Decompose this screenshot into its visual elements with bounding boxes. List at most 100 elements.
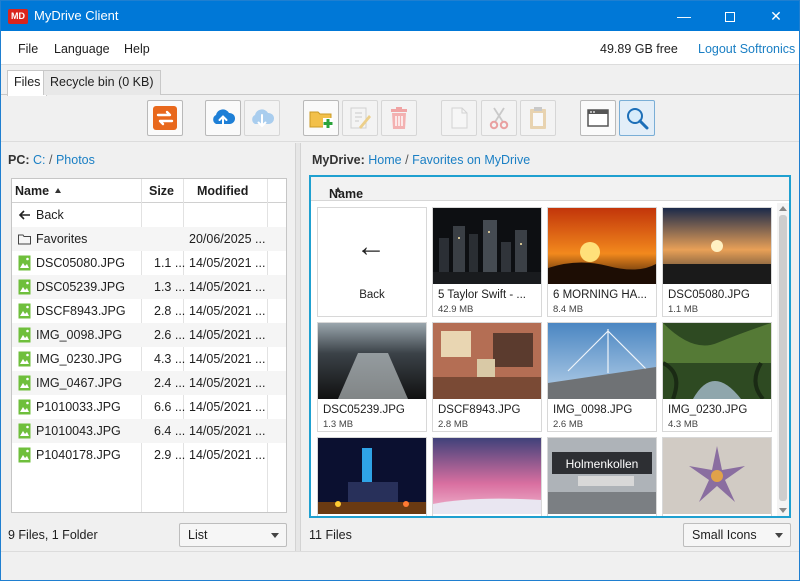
row-size: 2.8 ... <box>154 304 186 318</box>
table-row[interactable]: DSC05080.JPG 1.1 ... 14/05/2021 ... <box>12 251 286 275</box>
table-row[interactable]: DSCF8943.JPG 2.8 ... 14/05/2021 ... <box>12 299 286 323</box>
title-bar[interactable]: MD MyDrive Client — ✕ <box>1 1 799 31</box>
menu-help[interactable]: Help <box>124 42 150 56</box>
maximize-button[interactable] <box>707 1 753 31</box>
table-row[interactable]: DSC05239.JPG 1.3 ... 14/05/2021 ... <box>12 275 286 299</box>
remote-view-mode-value: Small Icons <box>692 528 757 542</box>
image-file-icon <box>18 303 31 319</box>
file-tile[interactable]: 6 MORNING HA... 8.4 MB <box>547 207 657 317</box>
folder-icon <box>18 231 31 247</box>
chevron-down-icon <box>271 533 279 538</box>
row-modified: 14/05/2021 ... <box>189 400 266 414</box>
image-file-icon <box>18 327 31 343</box>
rename-button[interactable] <box>342 100 378 136</box>
row-name: P1040178.JPG <box>36 448 121 462</box>
cut-button[interactable] <box>481 100 517 136</box>
table-row[interactable]: Back <box>12 203 286 227</box>
table-header: Name Size Modified <box>12 179 286 203</box>
file-tile[interactable]: DSC05239.JPG 1.3 MB <box>317 322 427 432</box>
search-button[interactable] <box>619 100 655 136</box>
row-size: 6.4 ... <box>154 424 186 438</box>
tile-size: 1.1 MB <box>668 304 699 315</box>
table-row[interactable]: IMG_0098.JPG 2.6 ... 14/05/2021 ... <box>12 323 286 347</box>
row-name: IMG_0230.JPG <box>36 352 123 366</box>
image-file-icon <box>18 399 31 415</box>
row-size: 1.3 ... <box>154 280 186 294</box>
row-name: P1010033.JPG <box>36 400 121 414</box>
column-header-size[interactable]: Size <box>149 184 174 198</box>
tab-recycle-bin[interactable]: Recycle bin (0 KB) <box>43 70 161 95</box>
file-tile[interactable] <box>432 437 542 516</box>
row-name: Favorites <box>36 232 88 246</box>
scroll-down-icon[interactable] <box>779 508 787 513</box>
local-file-table[interactable]: Name Size Modified Back Favorites 20/06/20… <box>11 178 287 513</box>
delete-icon <box>391 107 407 129</box>
breadcrumb-item-drive[interactable]: C: <box>33 153 46 167</box>
column-header-name[interactable]: Name <box>15 184 62 198</box>
tile-name: Back <box>359 289 385 301</box>
image-file-icon <box>18 279 31 295</box>
table-row[interactable]: IMG_0230.JPG 4.3 ... 14/05/2021 ... <box>12 347 286 371</box>
remote-icon-grid[interactable]: Name ← Back 5 Taylor Swift - ... 42.9 MB 6 M… <box>309 175 791 518</box>
app-window: MD MyDrive Client — ✕ File Language Help… <box>0 0 800 581</box>
paste-icon <box>530 107 546 129</box>
new-folder-button[interactable] <box>303 100 339 136</box>
column-header-modified[interactable]: Modified <box>197 184 248 198</box>
remote-status-text: 11 Files <box>309 528 352 542</box>
row-name: DSCF8943.JPG <box>36 304 126 318</box>
minimize-button[interactable]: — <box>661 1 707 31</box>
table-row[interactable]: P1010033.JPG 6.6 ... 14/05/2021 ... <box>12 395 286 419</box>
file-tile[interactable] <box>662 437 772 516</box>
delete-button[interactable] <box>381 100 417 136</box>
download-button[interactable] <box>244 100 280 136</box>
local-path-label: PC: <box>8 153 30 167</box>
file-tile[interactable]: IMG_0230.JPG 4.3 MB <box>662 322 772 432</box>
window-button[interactable] <box>580 100 616 136</box>
tile-name: DSC05080.JPG <box>668 289 750 301</box>
breadcrumb-item-home[interactable]: Home <box>368 153 401 167</box>
toolbar <box>1 96 799 142</box>
tab-files[interactable]: Files <box>7 70 48 96</box>
file-tile[interactable]: DSCF8943.JPG 2.8 MB <box>432 322 542 432</box>
file-tile[interactable]: Holmenkollen <box>547 437 657 516</box>
paste-button[interactable] <box>520 100 556 136</box>
file-tile[interactable]: IMG_0098.JPG 2.6 MB <box>547 322 657 432</box>
row-size: 2.4 ... <box>154 376 186 390</box>
local-breadcrumb: PC: C: / Photos <box>8 153 95 167</box>
menu-language[interactable]: Language <box>54 42 110 56</box>
breadcrumb-item-favorites[interactable]: Favorites on MyDrive <box>412 153 530 167</box>
tile-name: IMG_0230.JPG <box>668 404 748 416</box>
sync-button[interactable] <box>147 100 183 136</box>
download-icon <box>252 109 275 128</box>
local-view-mode-select[interactable]: List <box>179 523 287 547</box>
row-modified: 14/05/2021 ... <box>189 424 266 438</box>
tab-strip: Files Recycle bin (0 KB) <box>1 65 799 96</box>
vertical-scrollbar[interactable] <box>777 203 789 516</box>
remote-view-mode-select[interactable]: Small Icons <box>683 523 791 547</box>
scrollbar-thumb[interactable] <box>779 215 787 501</box>
logout-link[interactable]: Logout Softronics <box>698 42 795 56</box>
close-button[interactable]: ✕ <box>753 1 799 31</box>
local-status-text: 9 Files, 1 Folder <box>8 528 98 542</box>
thumbnail-image <box>318 438 426 514</box>
free-space-label: 49.89 GB free <box>600 42 678 56</box>
menu-file[interactable]: File <box>18 42 38 56</box>
back-tile[interactable]: ← Back <box>317 207 427 317</box>
cut-icon <box>489 107 509 130</box>
sort-ascending-icon <box>55 188 62 193</box>
table-row[interactable]: IMG_0467.JPG 2.4 ... 14/05/2021 ... <box>12 371 286 395</box>
tile-size: 8.4 MB <box>553 304 584 315</box>
tile-size: 2.8 MB <box>438 419 469 430</box>
table-row[interactable]: Favorites 20/06/2025 ... <box>12 227 286 251</box>
scroll-up-icon[interactable] <box>779 206 787 211</box>
copy-button[interactable] <box>441 100 477 136</box>
table-row[interactable]: P1010043.JPG 6.4 ... 14/05/2021 ... <box>12 419 286 443</box>
file-tile[interactable]: DSC05080.JPG 1.1 MB <box>662 207 772 317</box>
breadcrumb-item-photos[interactable]: Photos <box>56 153 95 167</box>
table-row[interactable]: P1040178.JPG 2.9 ... 14/05/2021 ... <box>12 443 286 467</box>
file-tile[interactable]: 5 Taylor Swift - ... 42.9 MB <box>432 207 542 317</box>
breadcrumb-separator: / <box>405 153 409 167</box>
file-tile[interactable] <box>317 437 427 516</box>
row-size: 6.6 ... <box>154 400 186 414</box>
upload-button[interactable] <box>205 100 241 136</box>
